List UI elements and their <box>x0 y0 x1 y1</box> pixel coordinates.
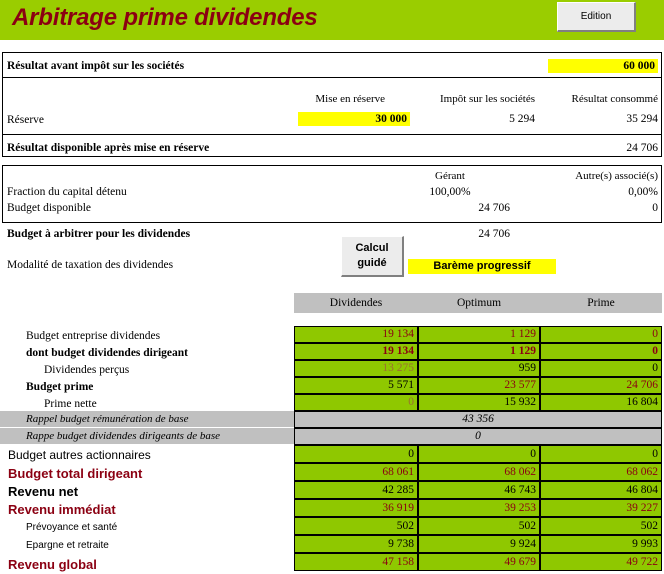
table-cell: 0 <box>540 343 662 360</box>
table-cell: 68 062 <box>418 463 540 481</box>
rappel-row-value: 43 356 <box>294 411 662 428</box>
table-cell: 959 <box>418 360 540 377</box>
table-cell: 0 <box>418 445 540 463</box>
table-cell: 24 706 <box>540 377 662 394</box>
table-cell: 1 129 <box>418 326 540 343</box>
table-row-label: Budget entreprise dividendes <box>26 330 161 342</box>
table-row-label: Prévoyance et santé <box>26 522 118 533</box>
table-cell: 39 227 <box>540 499 662 517</box>
col-header-resultat-consomme: Résultat consommé <box>571 93 658 105</box>
table-col-prime: Prime <box>587 297 615 309</box>
table-row-label: Dividendes perçus <box>44 364 130 376</box>
table-cell: 19 134 <box>294 326 418 343</box>
table-cell: 0 <box>540 445 662 463</box>
table-row-label: dont budget dividendes dirigeant <box>26 347 188 359</box>
table-cell: 9 924 <box>418 535 540 553</box>
table-column-header: Dividendes Optimum Prime <box>294 293 662 313</box>
table-cell: 47 158 <box>294 553 418 571</box>
table-cell: 9 738 <box>294 535 418 553</box>
table-cell: 0 <box>540 360 662 377</box>
available-result-label: Résultat disponible après mise en réserv… <box>7 142 210 154</box>
col-header-autres-associes: Autre(s) associé(s) <box>575 170 658 182</box>
bareme-progressif-select[interactable]: Barème progressif <box>408 259 556 274</box>
col-header-gerant: Gérant <box>435 170 465 182</box>
reserve-label: Réserve <box>7 114 45 126</box>
budget-disponible-gerant: 24 706 <box>478 202 510 214</box>
table-row-label: Budget prime <box>26 381 94 393</box>
edition-button[interactable]: Edition <box>557 2 636 32</box>
budget-arbitrer-label: Budget à arbitrer pour les dividendes <box>7 228 191 240</box>
table-cell: 39 253 <box>418 499 540 517</box>
rappel-row-value: 0 <box>294 428 662 445</box>
budget-disponible-autres: 0 <box>652 202 658 214</box>
reserve-mise-value[interactable]: 30 000 <box>298 112 410 126</box>
result-before-tax-label: Résultat avant impôt sur les sociétés <box>7 60 185 72</box>
rappel-row-label: Rappe budget dividendes dirigeants de ba… <box>0 428 294 444</box>
table-cell: 0 <box>540 326 662 343</box>
table-cell: 23 577 <box>418 377 540 394</box>
table-cell: 1 129 <box>418 343 540 360</box>
table-cell: 49 679 <box>418 553 540 571</box>
table-cell: 68 061 <box>294 463 418 481</box>
table-col-optimum: Optimum <box>456 297 502 309</box>
budget-disponible-label: Budget disponible <box>7 202 92 214</box>
table-row-label: Prime nette <box>44 398 97 410</box>
table-cell: 46 743 <box>418 481 540 499</box>
table-cell: 502 <box>294 517 418 535</box>
table-row-label: Budget total dirigeant <box>8 466 143 481</box>
col-header-impot-societes: Impôt sur les sociétés <box>439 93 535 105</box>
capital-fraction-gerant: 100,00% <box>429 186 471 198</box>
divider-2 <box>3 134 661 135</box>
rappel-row-label: Rappel budget rémunération de base <box>0 411 294 427</box>
table-cell: 9 993 <box>540 535 662 553</box>
table-cell: 49 722 <box>540 553 662 571</box>
result-before-tax-value[interactable]: 60 000 <box>548 59 658 73</box>
col-header-mise-en-reserve: Mise en réserve <box>315 93 385 105</box>
table-cell: 19 134 <box>294 343 418 360</box>
table-row-label: Revenu net <box>8 484 79 499</box>
table-cell: 502 <box>418 517 540 535</box>
table-col-dividendes: Dividendes <box>329 297 383 309</box>
table-cell: 15 932 <box>418 394 540 411</box>
budget-arbitrer-value: 24 706 <box>478 228 510 240</box>
divider-1 <box>3 77 661 78</box>
table-row-label: Revenu immédiat <box>8 502 116 517</box>
table-row-label: Epargne et retraite <box>26 540 109 551</box>
table-cell: 0 <box>294 394 418 411</box>
table-cell: 502 <box>540 517 662 535</box>
page-title: Arbitrage prime dividendes <box>12 4 318 31</box>
table-cell: 36 919 <box>294 499 418 517</box>
table-cell: 5 571 <box>294 377 418 394</box>
calcul-guide-button[interactable]: Calcul guidé <box>341 236 404 277</box>
table-cell: 0 <box>294 445 418 463</box>
calcul-guide-line1: Calcul <box>355 242 389 254</box>
reserve-impot-value: 5 294 <box>509 113 535 125</box>
table-cell: 42 285 <box>294 481 418 499</box>
capital-fraction-label: Fraction du capital détenu <box>7 186 127 198</box>
available-result-value: 24 706 <box>626 142 658 154</box>
table-row-label: Revenu global <box>8 557 97 572</box>
table-cell: 68 062 <box>540 463 662 481</box>
reserve-consomme-value: 35 294 <box>626 113 658 125</box>
table-cell: 46 804 <box>540 481 662 499</box>
table-cell: 16 804 <box>540 394 662 411</box>
capital-fraction-autres: 0,00% <box>628 186 658 198</box>
table-cell: 13 275 <box>294 360 418 377</box>
table-row-label: Budget autres actionnaires <box>8 448 151 462</box>
calcul-guide-line2: guidé <box>357 257 387 269</box>
modalite-taxation-label: Modalité de taxation des dividendes <box>7 259 174 271</box>
